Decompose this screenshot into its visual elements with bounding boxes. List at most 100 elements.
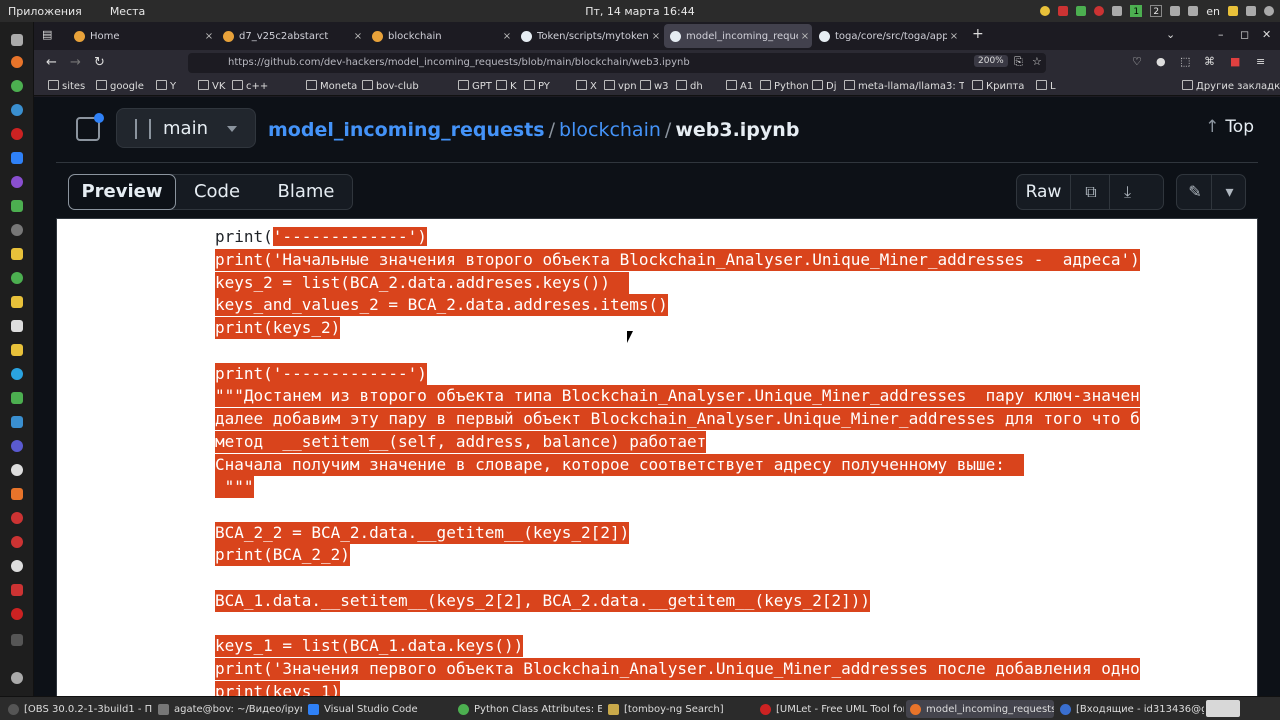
terminal-icon[interactable] — [11, 634, 23, 646]
tab-d7-abstract[interactable]: d7_v25c2abstarct × — [217, 24, 365, 48]
show-desktop-button[interactable] — [1206, 700, 1240, 717]
bookmark-item[interactable]: Dj — [812, 80, 836, 92]
bookmark-item[interactable]: meta-llama/llama3: Th... — [844, 80, 964, 92]
places-menu[interactable]: Места — [110, 5, 145, 18]
bookmark-item[interactable]: X — [576, 80, 597, 92]
app-icon[interactable] — [11, 584, 23, 596]
app-icon[interactable] — [11, 488, 23, 500]
tab-list-icon[interactable]: ▤ — [42, 28, 52, 41]
bookmark-item[interactable]: w3 — [640, 80, 669, 92]
notes-icon[interactable] — [11, 296, 23, 308]
bookmark-item[interactable]: Y — [156, 80, 176, 92]
code-line[interactable]: print(keys_2) — [215, 317, 341, 339]
code-line[interactable]: print('Начальные значения второго объект… — [215, 249, 1140, 271]
breadcrumb-repo-link[interactable]: model_incoming_requests — [268, 119, 545, 141]
account-icon[interactable]: ● — [1156, 55, 1166, 68]
text-editor-icon[interactable] — [11, 320, 23, 332]
code-line[interactable]: """Достанем из второго объекта типа Bloc… — [215, 385, 1140, 407]
taskbar-item-vscode[interactable]: Visual Studio Code — [304, 700, 452, 718]
bookmark-item[interactable]: GPT — [458, 80, 492, 92]
tab-home[interactable]: Home × — [68, 24, 216, 48]
firefox-icon[interactable] — [11, 56, 23, 68]
chevron-down-icon[interactable]: ▾ — [1211, 175, 1247, 209]
close-icon[interactable]: × — [202, 31, 216, 42]
notebook-code-cell[interactable]: print('-------------') print('Начальные … — [56, 219, 1258, 696]
code-line[interactable]: далее добавим эту пару в первый объект B… — [215, 408, 1140, 430]
app-icon[interactable] — [11, 536, 23, 548]
tab-mytoken[interactable]: Token/scripts/mytoken.p × — [515, 24, 663, 48]
url-bar[interactable]: https://github.com/dev-hackers/model_inc… — [188, 53, 1046, 73]
app-icon[interactable] — [11, 440, 23, 452]
app-icon[interactable] — [11, 176, 23, 188]
tab-blame[interactable]: Blame — [261, 175, 351, 209]
bookmark-item[interactable]: VK — [198, 80, 225, 92]
code-line[interactable]: print('-------------') — [215, 226, 427, 248]
app-icon[interactable] — [11, 200, 23, 212]
bookmark-item[interactable]: Moneta — [306, 80, 357, 92]
bookmark-star-icon[interactable]: ☆ — [1032, 55, 1042, 68]
telegram-icon[interactable] — [11, 368, 23, 380]
battery-icon[interactable] — [1076, 6, 1087, 16]
browser-icon[interactable] — [11, 104, 23, 116]
pencil-icon[interactable]: ✎ — [1177, 175, 1213, 209]
applications-menu[interactable]: Приложения — [8, 5, 82, 18]
bluetooth-icon[interactable] — [1112, 6, 1123, 16]
code-line[interactable]: """ — [215, 476, 254, 498]
maximize-icon[interactable]: ◻ — [1240, 28, 1249, 41]
branch-selector-button[interactable]: main — [116, 108, 256, 148]
bookmark-item[interactable]: K — [496, 80, 517, 92]
taskbar-item-umlet[interactable]: [UMLet - Free UML Tool for ... — [756, 700, 904, 718]
bookmark-item[interactable]: dh — [676, 80, 703, 92]
reload-icon[interactable]: ↻ — [94, 55, 105, 70]
extensions-icon[interactable]: ⬚ — [1180, 55, 1190, 68]
app-icon[interactable] — [11, 512, 23, 524]
tab-blockchain[interactable]: blockchain × — [366, 24, 514, 48]
network-icon[interactable] — [1058, 6, 1069, 16]
taskbar-item-terminal[interactable]: agate@bov: ~/Видео/ipyn... — [154, 700, 302, 718]
download-icon[interactable]: ⤓ — [1109, 175, 1145, 209]
raw-button[interactable]: Raw — [1017, 175, 1071, 209]
taskbar-item-obs[interactable]: [OBS 30.0.2-1-3build1 - Про... — [4, 700, 152, 718]
taskbar-item-firefox[interactable]: model_incoming_requests... — [906, 700, 1054, 718]
close-icon[interactable]: × — [500, 31, 514, 42]
app-icon[interactable] — [11, 464, 23, 476]
close-icon[interactable]: × — [351, 31, 365, 42]
bookmark-item[interactable]: c++ — [232, 80, 268, 92]
tab-model-incoming-requests[interactable]: model_incoming_request × — [664, 24, 812, 48]
translate-icon[interactable]: ⎘ — [1014, 55, 1023, 69]
yandex-icon[interactable] — [11, 128, 23, 140]
workspace-1[interactable]: 1 — [1130, 5, 1143, 17]
code-line[interactable]: BCA_2_2 = BCA_2.data.__getitem__(keys_2[… — [215, 522, 630, 544]
close-icon[interactable]: × — [947, 31, 961, 42]
bookmark-item[interactable]: Python — [760, 80, 809, 92]
settings-icon[interactable] — [11, 224, 23, 236]
back-icon[interactable]: ← — [46, 55, 57, 70]
tab-overflow-icon[interactable]: ⌄ — [1166, 28, 1175, 41]
app-icon[interactable] — [11, 416, 23, 428]
power-icon[interactable] — [1264, 6, 1274, 16]
microphone-icon[interactable] — [1228, 6, 1238, 16]
copy-icon[interactable]: ⧉ — [1073, 175, 1109, 209]
tab-code[interactable]: Code — [177, 175, 257, 209]
pocket-icon[interactable]: ♡ — [1132, 55, 1142, 68]
code-line[interactable]: метод __setitem__(self, address, balance… — [215, 431, 707, 453]
extension-red-icon[interactable]: ■ — [1230, 55, 1240, 68]
bookmark-item[interactable]: google — [96, 80, 144, 92]
code-line[interactable]: print('-------------') — [215, 363, 427, 385]
tab-preview[interactable]: Preview — [68, 174, 176, 210]
app-icon[interactable] — [11, 248, 23, 260]
top-button[interactable]: ↑ Top — [1205, 117, 1254, 137]
new-tab-button[interactable]: + — [972, 26, 984, 42]
tab-toga-app[interactable]: toga/core/src/toga/app.p × — [813, 24, 961, 48]
close-window-icon[interactable]: ✕ — [1262, 28, 1271, 41]
updates-icon[interactable] — [1094, 6, 1105, 16]
bookmark-item[interactable]: A1 — [726, 80, 753, 92]
taskbar-item-chrome[interactable]: Python Class Attributes: Ex... — [454, 700, 602, 718]
code-line[interactable]: keys_1 = list(BCA_1.data.keys()) — [215, 635, 524, 657]
taskbar-item-tomboy[interactable]: [tomboy-ng Search] — [604, 700, 752, 718]
display-icon[interactable] — [1188, 6, 1199, 16]
code-line[interactable]: print(keys_1) — [215, 681, 341, 696]
forward-icon[interactable]: → — [70, 55, 81, 70]
code-line[interactable]: BCA_1.data.__setitem__(keys_2[2], BCA_2.… — [215, 590, 871, 612]
bookmark-item[interactable]: vpn — [604, 80, 637, 92]
